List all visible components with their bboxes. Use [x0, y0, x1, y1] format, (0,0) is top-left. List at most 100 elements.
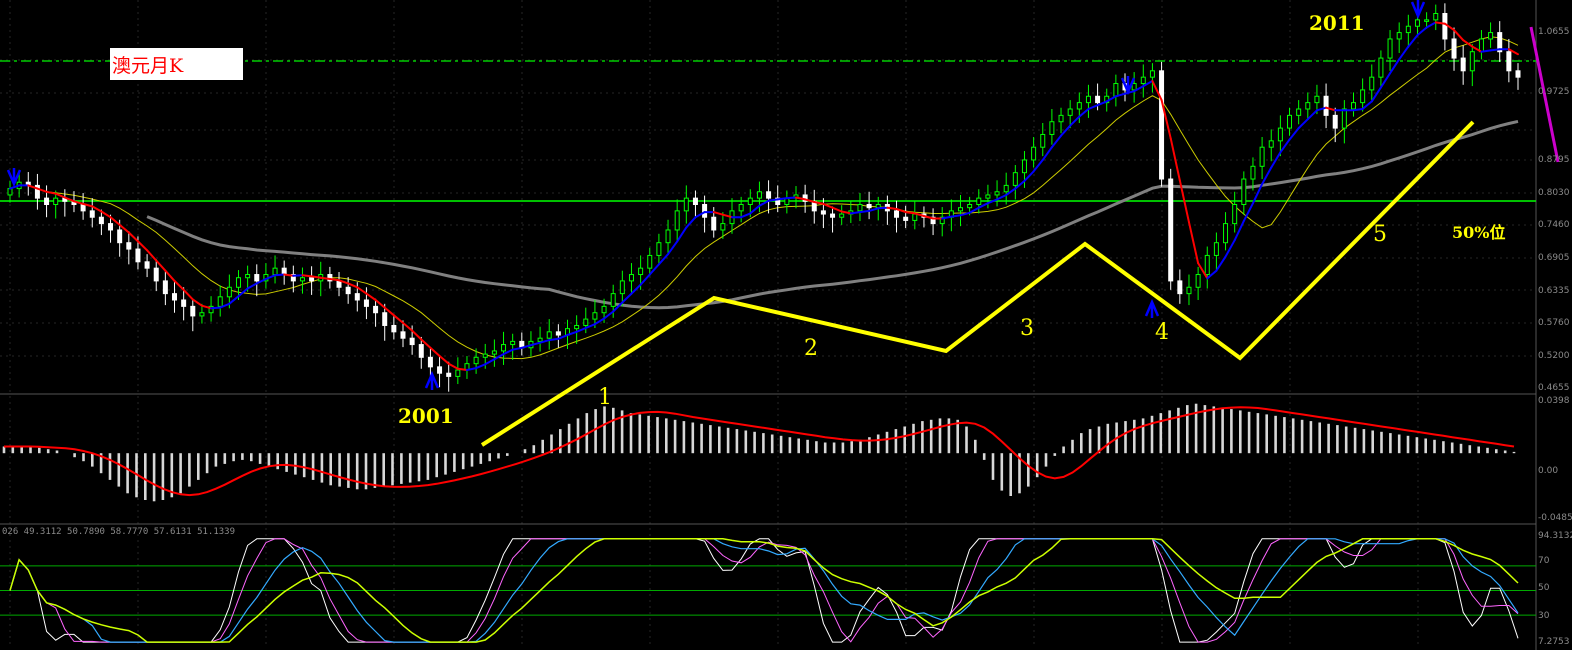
candle-body — [1195, 274, 1201, 288]
candle-body — [446, 372, 452, 377]
candle-body — [309, 277, 315, 282]
candle-body — [1003, 184, 1009, 193]
candle — [1168, 168, 1174, 290]
candle-body — [610, 293, 616, 307]
candle-body — [628, 274, 634, 282]
candle-body — [683, 197, 689, 212]
candle-body — [1478, 38, 1484, 53]
ma-fast-segment — [785, 196, 797, 200]
candle-body — [957, 207, 963, 212]
candle-body — [1149, 70, 1155, 78]
candle-body — [135, 248, 141, 263]
candle-body — [482, 353, 488, 358]
candle-body — [254, 274, 260, 282]
ma-fast-segment — [548, 337, 560, 342]
candle-body — [1058, 114, 1064, 123]
candle-body — [1314, 95, 1320, 104]
candle-body — [1396, 32, 1402, 40]
wave-label-5: 5 — [1373, 222, 1387, 247]
chart-title: 澳元月K — [112, 55, 184, 77]
osc-tick-label: 94.3132 — [1538, 531, 1572, 541]
candle-body — [1076, 102, 1082, 110]
candle-body — [912, 213, 918, 221]
price-tick-label: 0.9725 — [1538, 87, 1570, 97]
candle-body — [89, 210, 95, 218]
ma-fast-segment — [274, 273, 286, 277]
candle-body — [711, 216, 717, 231]
candle-body — [1451, 38, 1457, 59]
candle-body — [382, 312, 388, 326]
ma-fast-segment — [849, 211, 861, 215]
oscillator-info: 026 49.3112 50.7890 58.7770 57.6131 51.1… — [2, 527, 235, 537]
ma-fast-segment — [1489, 48, 1501, 52]
candle-body — [1332, 114, 1338, 129]
ma-fast-segment — [776, 197, 788, 201]
label-fifty-percent: 50%位 — [1452, 223, 1506, 242]
candle-body — [766, 191, 772, 199]
candle-body — [1433, 13, 1439, 21]
price-tick-label: 0.4655 — [1538, 383, 1570, 393]
candle-body — [126, 242, 132, 250]
candle-body — [1159, 70, 1165, 180]
candle-body — [501, 344, 507, 352]
candle-body — [409, 337, 415, 346]
ma-fast-segment — [950, 214, 962, 218]
candle-body — [53, 197, 59, 206]
candle-body — [226, 286, 232, 298]
candle-body — [1232, 204, 1238, 225]
candle-body — [638, 267, 644, 276]
ma-fast-segment — [1352, 108, 1364, 112]
candle-body — [1414, 19, 1420, 27]
label-year-2001: 2001 — [398, 404, 454, 428]
candle-body — [181, 299, 187, 307]
candle-body — [866, 204, 872, 209]
candle-body — [299, 277, 305, 282]
candle-body — [1012, 172, 1018, 186]
candle-body — [1277, 127, 1283, 142]
candle-body — [491, 350, 497, 355]
candle-body — [473, 356, 479, 365]
candle-body — [437, 366, 443, 374]
candle-body — [1387, 38, 1393, 59]
candle-body — [839, 213, 845, 218]
wave-label-1: 1 — [598, 385, 612, 410]
candle-body — [98, 216, 104, 225]
candle-body — [190, 305, 196, 317]
candle-body — [1442, 13, 1448, 40]
candle-body — [1040, 133, 1046, 148]
candle-body — [144, 261, 150, 269]
candle-body — [199, 312, 205, 317]
candle-body — [245, 274, 251, 279]
candle-body — [336, 280, 342, 288]
candle-body — [354, 293, 360, 301]
price-tick-label: 0.7460 — [1538, 220, 1570, 230]
candle-body — [1177, 280, 1183, 295]
wave-label-3: 3 — [1020, 316, 1034, 341]
candle-body — [1360, 89, 1366, 104]
candle-body — [217, 296, 223, 307]
candle-body — [1186, 286, 1192, 295]
ma-fast-segment — [283, 273, 295, 277]
candle-body — [1113, 83, 1119, 97]
ma-fast-segment — [904, 211, 916, 215]
ma-fast-segment — [877, 206, 889, 210]
candle-body — [1341, 108, 1347, 129]
candle-body — [1213, 242, 1219, 256]
candle-body — [1085, 95, 1091, 104]
candle-body — [1131, 83, 1137, 91]
candle-body — [1268, 140, 1274, 148]
candle-body — [747, 197, 753, 206]
candle-body — [1506, 51, 1512, 72]
label-year-2011: 2011 — [1309, 11, 1365, 35]
candle-body — [820, 210, 826, 215]
chart-title-box: 澳元月K — [110, 48, 243, 80]
candle-body — [601, 305, 607, 314]
candle-body — [592, 312, 598, 320]
candle-body — [619, 280, 625, 295]
candle-body — [363, 299, 369, 307]
candle-body — [1259, 146, 1265, 167]
candle-body — [985, 194, 991, 199]
candle-body — [1223, 223, 1229, 244]
candle-body — [1305, 102, 1311, 110]
candle-body — [44, 197, 50, 206]
